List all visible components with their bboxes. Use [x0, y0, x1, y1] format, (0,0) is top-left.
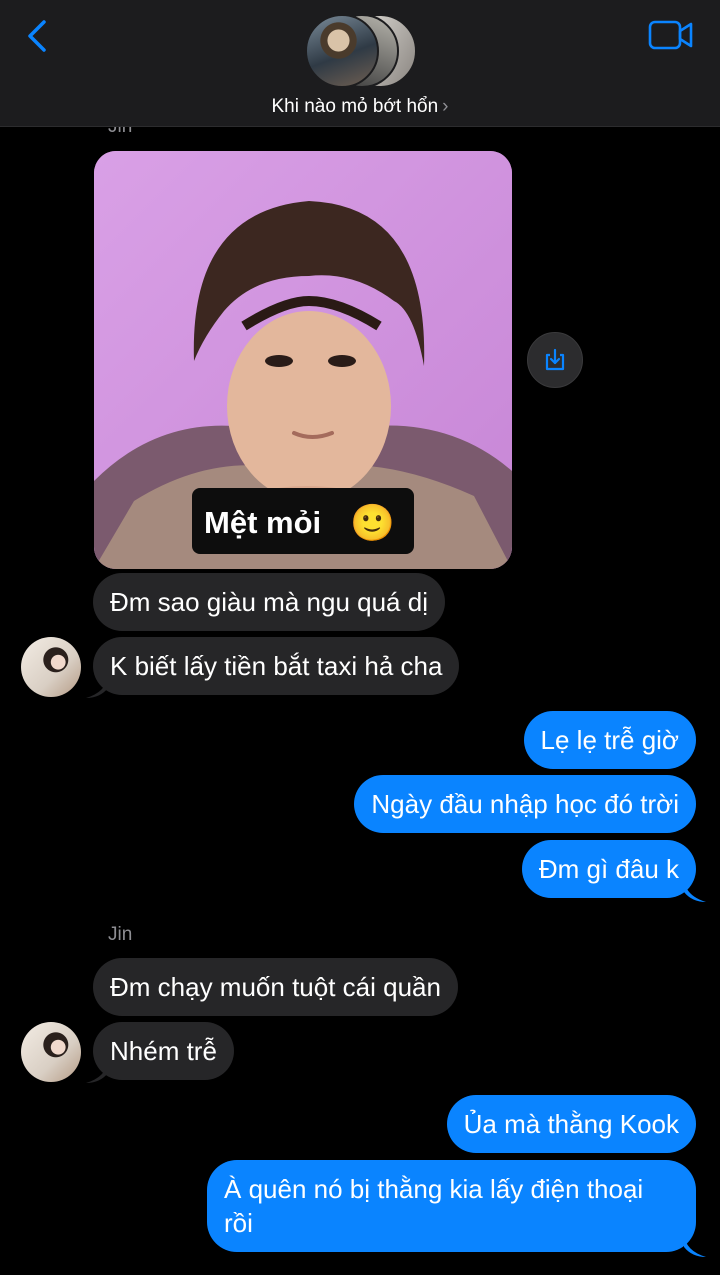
sender-name: Jin [108, 924, 133, 945]
incoming-message[interactable]: Đm sao giàu mà ngu quá dị [93, 573, 445, 631]
outgoing-message[interactable]: Lẹ lẹ trễ giờ [523, 711, 696, 769]
chevron-right-icon: › [442, 96, 449, 117]
share-icon [545, 348, 565, 371]
incoming-message[interactable]: Đm chạy muốn tuột cái quần [93, 958, 458, 1016]
share-button[interactable] [527, 332, 583, 388]
outgoing-message[interactable]: À quên nó bị thằng kia lấy điện thoại rồ… [207, 1160, 696, 1252]
video-call-icon [648, 20, 693, 50]
smile-emoji-icon: 🙂 [350, 503, 395, 544]
photo-caption: Mệt mỏi [204, 505, 321, 540]
group-title[interactable]: Khi nào mỏ bớt hổn › [0, 96, 720, 118]
avatar[interactable] [21, 1022, 81, 1082]
meme-image: Mệt mỏi 🙂 [94, 151, 512, 569]
incoming-message[interactable]: K biết lấy tiền bắt taxi hả cha [93, 637, 460, 695]
photo-message[interactable]: Mệt mỏi 🙂 [94, 151, 512, 569]
bubble-tail [684, 880, 706, 902]
back-chevron-icon [28, 20, 46, 52]
bubble-tail [684, 1235, 706, 1257]
group-name-text: Khi nào mỏ bớt hổn [271, 96, 439, 117]
back-button[interactable] [18, 16, 58, 56]
bubble-tail [86, 676, 108, 698]
bubble-tail [86, 1061, 108, 1083]
group-avatars[interactable] [305, 14, 417, 88]
conversation-header: Khi nào mỏ bớt hổn › [0, 0, 720, 127]
avatar[interactable] [21, 637, 81, 697]
member-avatar [305, 14, 379, 88]
incoming-message[interactable]: Nhém trễ [93, 1022, 234, 1080]
outgoing-message[interactable]: Ủa mà thằng Kook [446, 1095, 696, 1153]
outgoing-message[interactable]: Ngày đầu nhập học đó trời [354, 775, 696, 833]
video-call-button[interactable] [648, 18, 694, 52]
outgoing-message[interactable]: Đm gì đâu k [521, 840, 696, 898]
